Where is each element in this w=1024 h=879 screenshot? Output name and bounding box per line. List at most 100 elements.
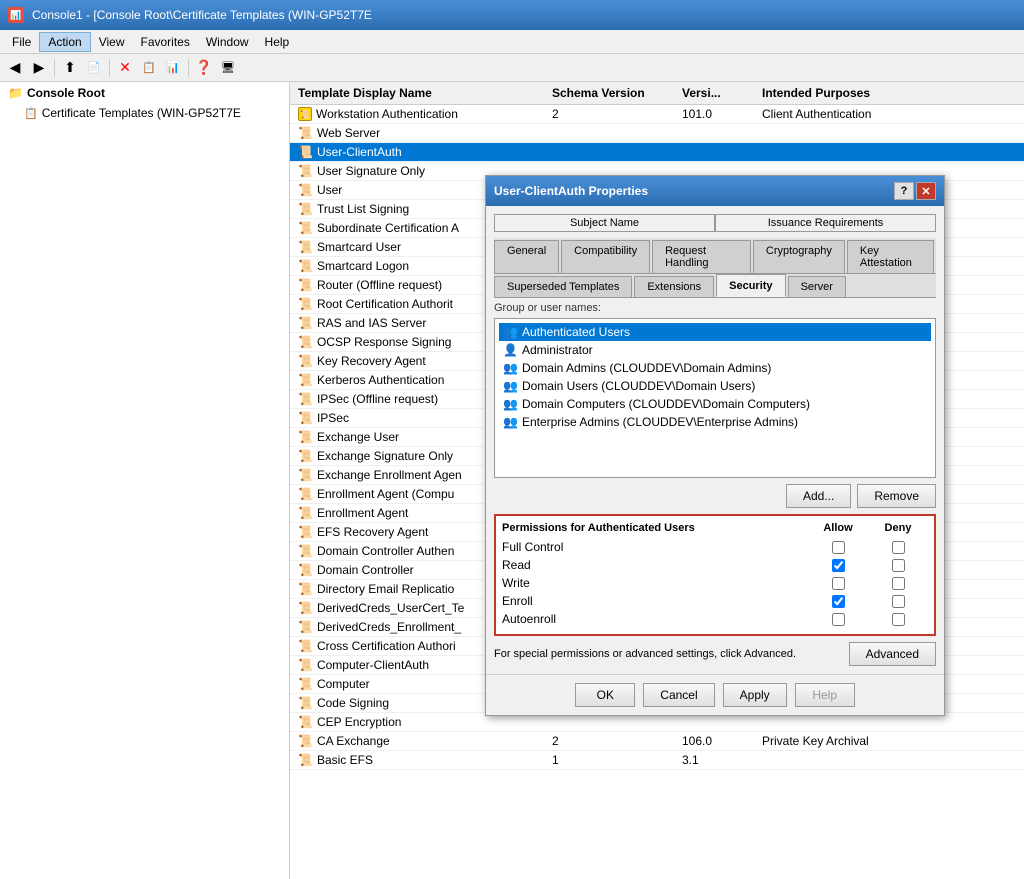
dialog-close-button[interactable]: ✕ [916, 182, 936, 200]
dialog-help-button[interactable]: ? [894, 182, 914, 200]
back-button[interactable]: ◀ [4, 57, 26, 79]
subject-name-section: Subject Name [494, 214, 715, 234]
tab-request-handling[interactable]: Request Handling [652, 240, 751, 273]
fullcontrol-allow-cell [808, 541, 868, 554]
tab-key-attestation[interactable]: Key Attestation [847, 240, 934, 273]
help-footer-button[interactable]: Help [795, 683, 855, 707]
enroll-deny-checkbox[interactable] [892, 595, 905, 608]
user-list[interactable]: 👥 Authenticated Users 👤 Administrator 👥 … [494, 318, 936, 478]
col-name: Template Display Name [298, 86, 552, 100]
perm-name: Write [502, 576, 808, 590]
write-allow-cell [808, 577, 868, 590]
toolbar-sep2 [109, 59, 110, 77]
fullcontrol-deny-checkbox[interactable] [892, 541, 905, 554]
perm-row-write: Write [502, 574, 928, 592]
cert-icon: 📜 [298, 145, 313, 159]
menu-bar: File Action View Favorites Window Help [0, 30, 1024, 54]
delete-button[interactable]: ✕ [114, 57, 136, 79]
ok-button[interactable]: OK [575, 683, 635, 707]
toolbar: ◀ ▶ ⬆ 📄 ✕ 📋 📊 ❓ 🖥 [0, 54, 1024, 82]
console-button[interactable]: 🖥 [217, 57, 239, 79]
table-row[interactable]: 📜User-ClientAuth [290, 143, 1024, 162]
cert-icon: 📜 [298, 487, 313, 501]
user-item[interactable]: 👥 Authenticated Users [499, 323, 931, 341]
cert-icon: 📜 [298, 658, 313, 672]
cert-icon: 📜 [298, 373, 313, 387]
user-item[interactable]: 👥 Domain Computers (CLOUDDEV\Domain Comp… [499, 395, 931, 413]
apply-button[interactable]: Apply [723, 683, 787, 707]
toolbar-sep3 [188, 59, 189, 77]
tab-cryptography[interactable]: Cryptography [753, 240, 845, 273]
tab-extensions[interactable]: Extensions [634, 276, 714, 297]
cert-templates-item[interactable]: 📋 Certificate Templates (WIN-GP52T7E [0, 104, 289, 122]
tab-security[interactable]: Security [716, 274, 785, 297]
cancel-button[interactable]: Cancel [643, 683, 714, 707]
cert-icon: 📜 [298, 335, 313, 349]
title-text: Console1 - [Console Root\Certificate Tem… [32, 8, 372, 22]
user-icon: 👥 [503, 415, 518, 429]
cert-icon: 📜 [298, 221, 313, 235]
cert-icon: 📜 [298, 620, 313, 634]
tab-server[interactable]: Server [788, 276, 846, 297]
write-deny-checkbox[interactable] [892, 577, 905, 590]
column-headers: Template Display Name Schema Version Ver… [290, 82, 1024, 105]
read-allow-checkbox[interactable] [832, 559, 845, 572]
properties-dialog: User-ClientAuth Properties ? ✕ Subject N… [485, 175, 945, 716]
advanced-button[interactable]: Advanced [849, 642, 936, 666]
remove-button[interactable]: Remove [857, 484, 936, 508]
menu-favorites[interactable]: Favorites [133, 33, 198, 51]
table-row[interactable]: 📜Workstation Authentication 2 101.0 Clie… [290, 105, 1024, 124]
dialog-footer: OK Cancel Apply Help [486, 674, 944, 715]
menu-file[interactable]: File [4, 33, 39, 51]
enroll-allow-checkbox[interactable] [832, 595, 845, 608]
dialog-body: Subject Name Issuance Requirements Gener… [486, 206, 944, 674]
help-button[interactable]: ❓ [193, 57, 215, 79]
console-root-item[interactable]: 📁 Console Root [0, 82, 289, 104]
cert-icon: 📜 [298, 278, 313, 292]
user-item[interactable]: 👥 Enterprise Admins (CLOUDDEV\Enterprise… [499, 413, 931, 431]
user-icon: 👥 [503, 361, 518, 375]
subject-name-label: Subject Name [494, 214, 715, 232]
fullcontrol-allow-checkbox[interactable] [832, 541, 845, 554]
cert-icon: 📜 [298, 468, 313, 482]
user-item[interactable]: 👤 Administrator [499, 341, 931, 359]
table-row[interactable]: 📜Web Server [290, 124, 1024, 143]
allow-col-header: Allow [808, 522, 868, 534]
user-item[interactable]: 👥 Domain Admins (CLOUDDEV\Domain Admins) [499, 359, 931, 377]
cert-icon: 📜 [298, 202, 313, 216]
table-row[interactable]: 📜CA Exchange 2 106.0 Private Key Archiva… [290, 732, 1024, 751]
menu-window[interactable]: Window [198, 33, 257, 51]
new-button[interactable]: 📄 [83, 57, 105, 79]
cert-icon: 📜 [298, 183, 313, 197]
add-button[interactable]: Add... [786, 484, 851, 508]
perm-row-enroll: Enroll [502, 592, 928, 610]
properties-button[interactable]: 📋 [138, 57, 160, 79]
refresh-button[interactable]: 📊 [162, 57, 184, 79]
autoenroll-deny-cell [868, 613, 928, 626]
cert-icon: 📜 [298, 430, 313, 444]
cert-icon: 📜 [298, 392, 313, 406]
perm-name: Autoenroll [502, 612, 808, 626]
read-deny-checkbox[interactable] [892, 559, 905, 572]
cert-icon: 📜 [298, 601, 313, 615]
cert-icon: 📜 [298, 753, 313, 767]
autoenroll-deny-checkbox[interactable] [892, 613, 905, 626]
tab-superseded[interactable]: Superseded Templates [494, 276, 632, 297]
table-row[interactable]: 📜Basic EFS 1 3.1 [290, 751, 1024, 770]
tab-general[interactable]: General [494, 240, 559, 273]
cert-icon: 📜 [298, 544, 313, 558]
tab-row-1: General Compatibility Request Handling C… [494, 238, 936, 274]
perm-row-read: Read [502, 556, 928, 574]
autoenroll-allow-checkbox[interactable] [832, 613, 845, 626]
menu-help[interactable]: Help [257, 33, 298, 51]
forward-button[interactable]: ▶ [28, 57, 50, 79]
perm-header: Permissions for Authenticated Users Allo… [502, 522, 928, 534]
menu-action[interactable]: Action [39, 32, 90, 52]
user-item[interactable]: 👥 Domain Users (CLOUDDEV\Domain Users) [499, 377, 931, 395]
menu-view[interactable]: View [91, 33, 133, 51]
cert-icon: 📜 [298, 449, 313, 463]
app-icon: 📊 [8, 7, 24, 23]
write-allow-checkbox[interactable] [832, 577, 845, 590]
up-button[interactable]: ⬆ [59, 57, 81, 79]
tab-compatibility[interactable]: Compatibility [561, 240, 650, 273]
